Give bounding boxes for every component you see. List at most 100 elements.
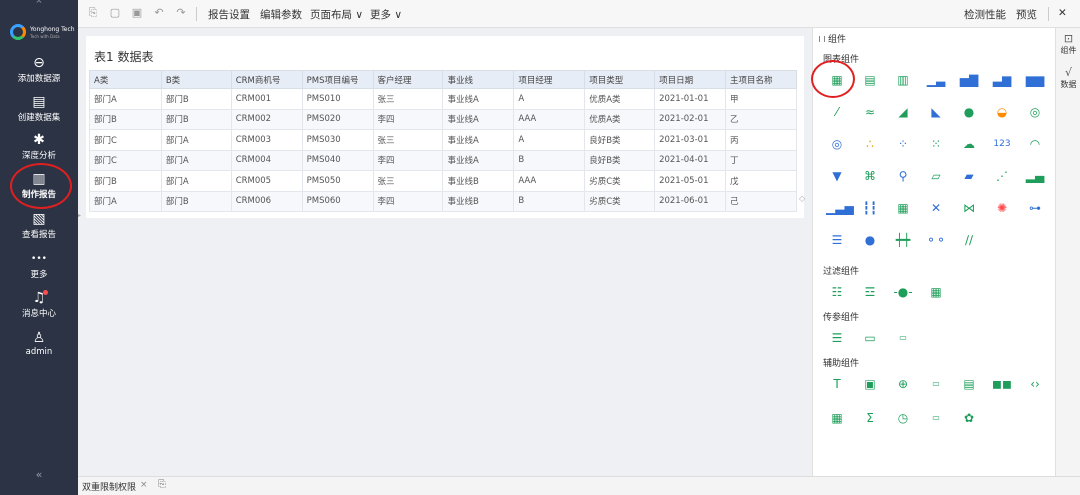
combo-chart-icon[interactable]: ▂▄ xyxy=(1024,168,1046,184)
freestyle-table-icon[interactable]: ▥ xyxy=(892,72,914,88)
undo-icon[interactable]: ↶ xyxy=(152,6,166,20)
flow-map-icon[interactable]: ▱ xyxy=(925,168,947,184)
web-page-icon[interactable]: ⊕ xyxy=(892,376,914,392)
globe-chart-icon[interactable]: ● xyxy=(859,232,881,248)
container-icon[interactable]: ◼◼ xyxy=(991,376,1013,392)
column-header[interactable]: 事业线 xyxy=(442,70,515,89)
param-list-icon[interactable]: ☰ xyxy=(826,330,848,346)
close-icon[interactable]: ✕ xyxy=(1058,7,1067,19)
param-text-icon[interactable]: ▭ xyxy=(892,330,914,346)
tab-component-icon[interactable]: ▤ xyxy=(958,376,980,392)
pie-chart-icon[interactable]: ● xyxy=(958,104,980,120)
data-table[interactable]: A类 B类 CRM商机号 PMS项目编号 客户经理 事业线 项目经理 项目类型 … xyxy=(89,70,797,212)
tab-close-icon[interactable]: × xyxy=(140,480,148,490)
pie-3d-icon[interactable]: ◒ xyxy=(991,104,1013,120)
tab-data[interactable]: √ 数据 xyxy=(1056,66,1080,90)
range-slider-icon[interactable]: -●- xyxy=(892,284,914,300)
sidebar-item-messages[interactable]: ♫ 消息中心 xyxy=(0,289,78,325)
calendar-filter-icon[interactable]: ▦ xyxy=(925,284,947,300)
grouped-bar-icon[interactable]: ▅▇ xyxy=(958,72,980,88)
timer-icon[interactable]: ◷ xyxy=(892,410,914,426)
new-file-icon[interactable]: ⎘ xyxy=(86,6,100,20)
report-tab[interactable]: 双重限制权限 xyxy=(82,480,136,493)
menu-more[interactable]: 更多 ∨ xyxy=(370,7,402,22)
resize-handle-right-icon[interactable]: ◇ xyxy=(799,194,805,203)
column-header[interactable]: 主项目名称 xyxy=(725,70,797,89)
stacked-bar-icon[interactable]: ▃▆ xyxy=(991,72,1013,88)
sidebar-item-deep-analysis[interactable]: ✱ 深度分析 xyxy=(0,131,78,167)
donut-chart-icon[interactable]: ◎ xyxy=(1024,104,1046,120)
resize-handle-left-icon[interactable]: ▸ xyxy=(78,212,81,219)
crosstab-chart-icon[interactable]: ▤ xyxy=(859,72,881,88)
bubble-chart-icon[interactable]: ⁙ xyxy=(925,136,947,152)
menu-page-layout[interactable]: 页面布局 ∨ xyxy=(310,7,363,22)
funnel-chart-icon[interactable]: ▼ xyxy=(826,168,848,184)
column-header[interactable]: PMS项目编号 xyxy=(301,70,374,89)
sidebar-top-chevron-icon[interactable]: ^ xyxy=(30,0,48,8)
list-chart-icon[interactable]: ☰ xyxy=(826,232,848,248)
scatter-chart-icon[interactable]: ∴ xyxy=(859,136,881,152)
sidebar-item-admin[interactable]: ♙ admin xyxy=(0,329,78,365)
cloud-chart-icon[interactable]: ☁ xyxy=(958,136,980,152)
sunburst-chart-icon[interactable]: ✺ xyxy=(991,200,1013,216)
timeline-chart-icon[interactable]: ┇┇ xyxy=(859,200,881,216)
stacked-area-icon[interactable]: ◣ xyxy=(925,104,947,120)
add-tab-icon[interactable]: ⎘ xyxy=(158,479,166,490)
column-header[interactable]: B类 xyxy=(160,70,232,89)
column-header[interactable]: 项目经理 xyxy=(513,70,586,89)
multi-line-icon[interactable]: ≈ xyxy=(859,104,881,120)
heatmap-icon[interactable]: ▦ xyxy=(892,200,914,216)
sidebar-item-more[interactable]: ••• 更多 xyxy=(0,250,78,286)
menu-edit-params[interactable]: 编辑参数 xyxy=(260,7,302,22)
button-component-icon[interactable]: ▭ xyxy=(925,376,947,392)
text-box-icon[interactable]: T xyxy=(826,376,848,392)
save-icon[interactable]: ▢ xyxy=(108,6,122,20)
radar-chart-icon[interactable]: ◎ xyxy=(826,136,848,152)
image-icon[interactable]: ▣ xyxy=(859,376,881,392)
panel-collapse-icon[interactable] xyxy=(819,36,825,42)
formula-icon[interactable]: Σ xyxy=(859,410,881,426)
edit-table-icon[interactable]: ▦ xyxy=(826,410,848,426)
tree-chart-icon[interactable]: ⊶ xyxy=(1024,200,1046,216)
param-input-icon[interactable]: ▭ xyxy=(859,330,881,346)
plugin-icon[interactable]: ✿ xyxy=(958,410,980,426)
menu-report-settings[interactable]: 报告设置 xyxy=(208,7,250,22)
column-header[interactable]: A类 xyxy=(89,70,162,89)
pin-map-icon[interactable]: ⚲ xyxy=(892,168,914,184)
parallel-chart-icon[interactable]: ∕∕ xyxy=(958,232,980,248)
sidebar-item-add-datasource[interactable]: ⊖ 添加数据源 xyxy=(0,54,78,90)
path-chart-icon[interactable]: ⚬⚬ xyxy=(925,232,947,248)
map-chart-icon[interactable]: ⌘ xyxy=(859,168,881,184)
sankey-chart-icon[interactable]: ⋈ xyxy=(958,200,980,216)
network-chart-icon[interactable]: ✕ xyxy=(925,200,947,216)
column-header[interactable]: 项目日期 xyxy=(654,70,727,89)
sidebar-item-create-dataset[interactable]: ▤ 创建数据集 xyxy=(0,93,78,129)
tab-components[interactable]: ⊡ 组件 xyxy=(1056,32,1080,56)
save-as-icon[interactable]: ▣ xyxy=(130,6,144,20)
trend-bar-icon[interactable]: ⋰ xyxy=(991,168,1013,184)
bar-chart-icon[interactable]: ▁▃ xyxy=(925,72,947,88)
report-canvas[interactable]: 表1 数据表 A类 B类 CRM商机号 PMS项目编号 客户经理 事业线 项目经… xyxy=(78,28,812,476)
number-card-icon[interactable]: 123 xyxy=(991,136,1013,152)
column-header[interactable]: 客户经理 xyxy=(372,70,444,89)
collapse-sidebar-icon[interactable]: « xyxy=(0,468,78,481)
dot-chart-icon[interactable]: ⁘ xyxy=(892,136,914,152)
list-filter-icon[interactable]: ☷ xyxy=(826,284,848,300)
boxplot-icon[interactable]: ┿┿ xyxy=(892,232,914,248)
clock-icon[interactable]: ▭ xyxy=(925,410,947,426)
embed-code-icon[interactable]: ‹› xyxy=(1024,376,1046,392)
percent-bar-icon[interactable]: ▆▆ xyxy=(1024,72,1046,88)
preview-button[interactable]: 预览 xyxy=(1016,7,1037,22)
tree-filter-icon[interactable]: ☲ xyxy=(859,284,881,300)
region-map-icon[interactable]: ▰ xyxy=(958,168,980,184)
check-performance-button[interactable]: 检测性能 xyxy=(964,7,1006,22)
histogram-icon[interactable]: ▁▃▅ xyxy=(826,200,854,216)
redo-icon[interactable]: ↷ xyxy=(174,6,188,20)
column-header[interactable]: 项目类型 xyxy=(584,70,656,89)
column-header[interactable]: CRM商机号 xyxy=(230,70,303,89)
gauge-chart-icon[interactable]: ◠ xyxy=(1024,136,1046,152)
data-table-component[interactable]: 表1 数据表 A类 B类 CRM商机号 PMS项目编号 客户经理 事业线 项目经… xyxy=(86,36,804,218)
line-chart-icon[interactable]: ⁄ xyxy=(826,104,848,120)
sidebar-item-view-report[interactable]: ▧ 查看报告 xyxy=(0,210,78,246)
area-chart-icon[interactable]: ◢ xyxy=(892,104,914,120)
